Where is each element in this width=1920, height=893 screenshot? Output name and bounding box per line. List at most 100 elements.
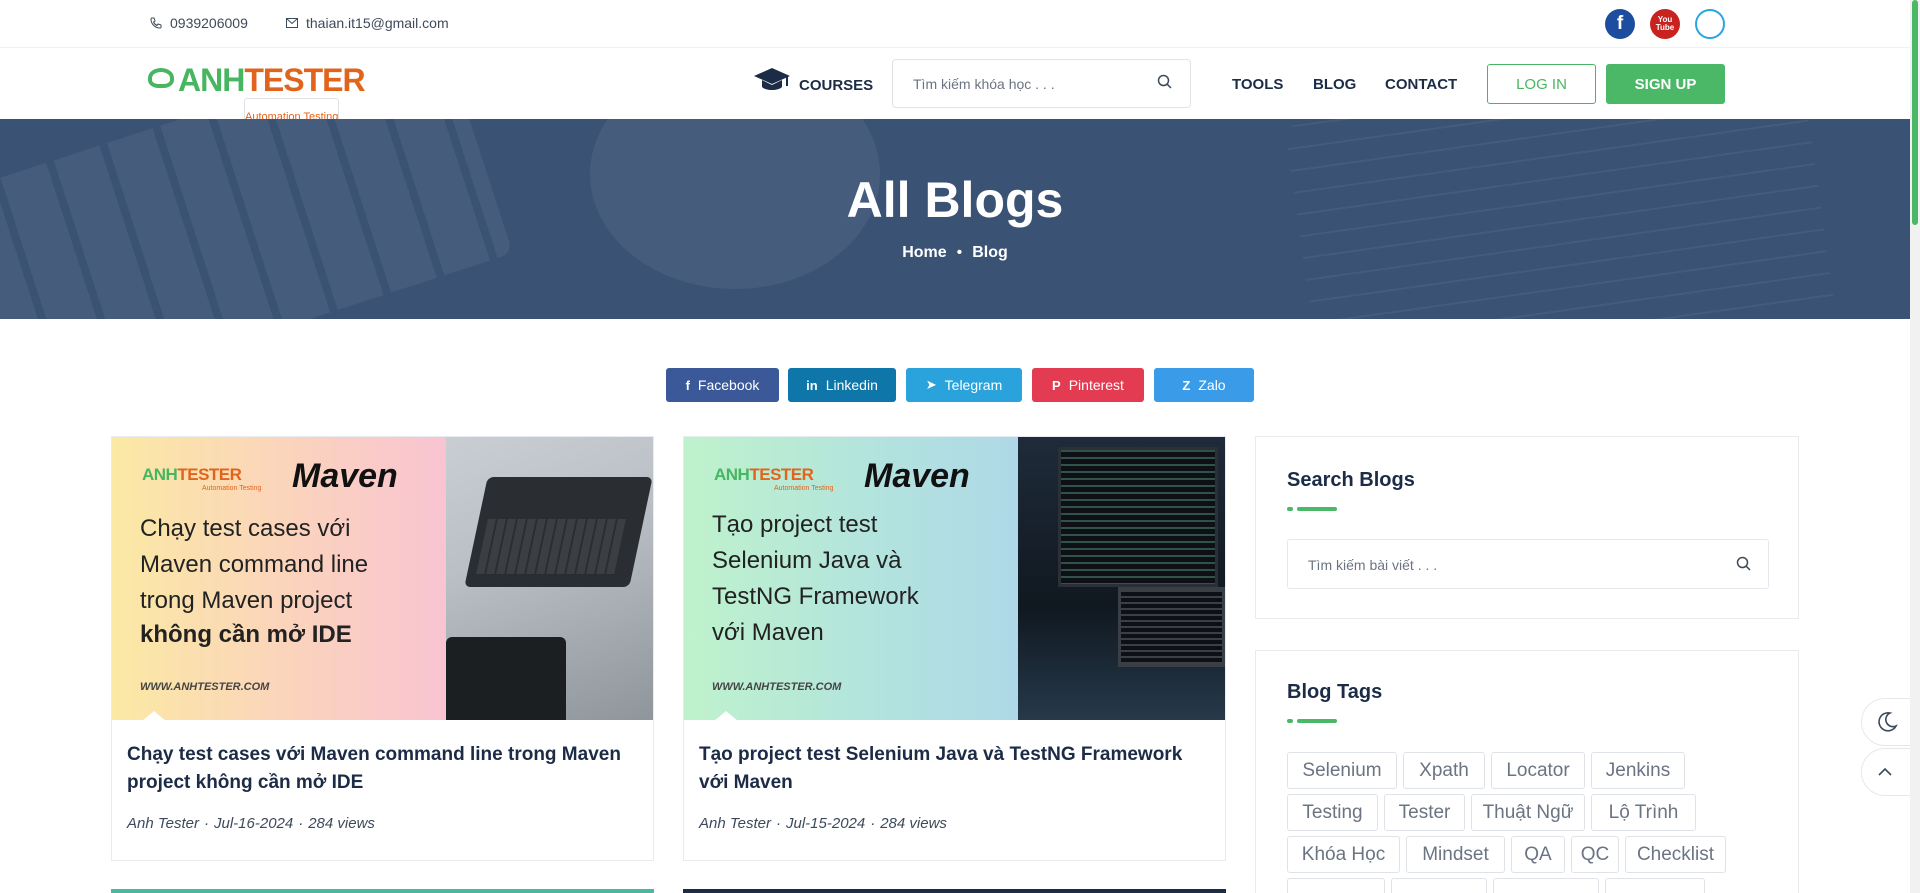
share-pinterest-button[interactable]: P Pinterest bbox=[1032, 368, 1144, 402]
thumbnail-logo: ANHTESTER bbox=[714, 465, 814, 484]
share-linkedin-label: Linkedin bbox=[825, 377, 878, 393]
nav-blog[interactable]: BLOG bbox=[1313, 76, 1356, 93]
logo-text: ANHTESTER bbox=[178, 62, 366, 98]
telegram-icon: ➤ bbox=[925, 377, 937, 392]
blog-search-input[interactable]: Tìm kiếm bài viết . . . bbox=[1287, 539, 1769, 589]
title-underline bbox=[1287, 719, 1337, 723]
thumbnail-url: WWW.ANHTESTER.COM bbox=[140, 681, 270, 693]
thumbnail-photo bbox=[446, 437, 653, 720]
breadcrumb-separator: • bbox=[956, 244, 963, 261]
facebook-icon[interactable]: f bbox=[1605, 9, 1635, 39]
phone-icon bbox=[150, 17, 162, 29]
tag-item[interactable]: Selenium bbox=[1287, 752, 1397, 789]
monitor-illustration bbox=[1058, 447, 1218, 587]
page-banner: All Blogs Home • Blog bbox=[0, 119, 1910, 319]
login-button[interactable]: LOG IN bbox=[1487, 64, 1596, 104]
page-scrollbar[interactable] bbox=[1910, 0, 1920, 893]
top-bar: 0939206009 thaian.it15@gmail.com f You T… bbox=[0, 0, 1910, 48]
thumbnail-url: WWW.ANHTESTER.COM bbox=[712, 681, 842, 693]
post-date: Jul-15-2024 bbox=[786, 815, 866, 832]
share-telegram-button[interactable]: ➤ Telegram bbox=[906, 368, 1022, 402]
blog-post-card[interactable]: ANHTESTER Automation Testing Maven Tạo p… bbox=[683, 436, 1226, 861]
share-linkedin-button[interactable]: in Linkedin bbox=[788, 368, 896, 402]
tag-item[interactable]: Mindset bbox=[1406, 836, 1505, 873]
share-facebook-button[interactable]: f Facebook bbox=[666, 368, 779, 402]
tag-item[interactable]: Testing bbox=[1287, 794, 1378, 831]
breadcrumb-current: Blog bbox=[972, 244, 1008, 261]
thumbnail-line: Maven command line bbox=[140, 551, 369, 578]
search-blogs-widget: Search Blogs Tìm kiếm bài viết . . . bbox=[1255, 436, 1799, 619]
maven-logo: Maven bbox=[292, 457, 398, 495]
thumbnail-line: Selenium Java và bbox=[712, 547, 902, 574]
post-thumbnail[interactable]: ANHTESTER Automation Testing Maven Tạo p… bbox=[684, 437, 1225, 720]
nav-contact[interactable]: CONTACT bbox=[1385, 76, 1457, 93]
thumbnail-line: với Maven bbox=[712, 619, 824, 646]
tag-item[interactable]: Tester bbox=[1384, 794, 1465, 831]
tag-item[interactable]: Jenkins bbox=[1591, 752, 1685, 789]
mail-icon bbox=[286, 18, 298, 28]
post-date: Jul-16-2024 bbox=[214, 815, 294, 832]
course-search-input[interactable]: Tìm kiếm khóa học . . . bbox=[892, 59, 1191, 108]
thumbnail-notch bbox=[714, 711, 738, 720]
graduation-cap-icon bbox=[754, 68, 790, 90]
thumbnail-line: TestNG Framework bbox=[712, 583, 919, 610]
courses-menu[interactable]: COURSES bbox=[753, 66, 873, 94]
tag-item[interactable]: Lộ Trình bbox=[1591, 794, 1696, 831]
widget-title: Search Blogs bbox=[1287, 469, 1415, 491]
tag-item-partial[interactable] bbox=[1391, 878, 1487, 893]
nav-tools[interactable]: TOOLS bbox=[1232, 76, 1283, 93]
tag-item[interactable]: Xpath bbox=[1403, 752, 1485, 789]
blog-post-card[interactable]: ANHTESTER Automation Testing Maven Chạy … bbox=[111, 436, 654, 861]
thumbnail-logo-tagline: Automation Testing bbox=[774, 485, 834, 492]
search-icon[interactable] bbox=[1156, 73, 1174, 91]
thumbnail-notch bbox=[142, 711, 166, 720]
thumbnail-line: Chạy test cases với bbox=[140, 515, 351, 542]
phone-contact[interactable]: 0939206009 bbox=[150, 15, 248, 31]
tag-item[interactable]: Khóa Học bbox=[1287, 836, 1400, 873]
thumbnail-logo-tagline: Automation Testing bbox=[202, 485, 262, 492]
email-contact[interactable]: thaian.it15@gmail.com bbox=[286, 15, 449, 31]
post-author: Anh Tester bbox=[127, 815, 199, 832]
thumbnail-logo: ANHTESTER bbox=[142, 465, 242, 484]
blog-post-card-partial[interactable] bbox=[111, 889, 654, 893]
post-thumbnail[interactable]: ANHTESTER Automation Testing Maven Chạy … bbox=[112, 437, 653, 720]
logo-glasses-icon bbox=[148, 68, 174, 88]
post-title[interactable]: Chạy test cases với Maven command line t… bbox=[127, 741, 637, 797]
post-title[interactable]: Tạo project test Selenium Java và TestNG… bbox=[699, 741, 1209, 797]
search-icon[interactable] bbox=[1735, 555, 1753, 573]
email-address: thaian.it15@gmail.com bbox=[306, 15, 449, 31]
tag-item[interactable]: Checklist bbox=[1625, 836, 1726, 873]
breadcrumb-home[interactable]: Home bbox=[902, 244, 946, 261]
post-views: 284 views bbox=[880, 815, 947, 832]
thumbnail-line: không cần mở IDE bbox=[140, 621, 352, 648]
tag-item-partial[interactable] bbox=[1493, 878, 1599, 893]
zalo-icon: Z bbox=[1182, 377, 1191, 393]
share-zalo-button[interactable]: Z Zalo bbox=[1154, 368, 1254, 402]
zalo-icon[interactable]: Zalo bbox=[1695, 9, 1725, 39]
thumbnail-line: trong Maven project bbox=[140, 587, 353, 614]
share-telegram-label: Telegram bbox=[944, 377, 1003, 393]
breadcrumb: Home • Blog bbox=[0, 244, 1910, 262]
maven-logo: Maven bbox=[864, 457, 970, 495]
youtube-icon[interactable]: You Tube bbox=[1650, 9, 1680, 39]
tag-item[interactable]: QC bbox=[1571, 836, 1619, 873]
signup-button[interactable]: SIGN UP bbox=[1606, 64, 1725, 104]
tag-item-partial[interactable] bbox=[1605, 878, 1705, 893]
tag-item[interactable]: QA bbox=[1511, 836, 1565, 873]
post-author: Anh Tester bbox=[699, 815, 771, 832]
site-logo[interactable]: ANHTESTER Automation Testing bbox=[148, 62, 366, 135]
tag-item-partial[interactable] bbox=[1287, 878, 1385, 893]
blog-post-card-partial[interactable] bbox=[683, 889, 1226, 893]
title-underline bbox=[1287, 507, 1337, 511]
main-header: ANHTESTER Automation Testing COURSES Tìm… bbox=[0, 48, 1910, 135]
tag-item[interactable]: Locator bbox=[1491, 752, 1585, 789]
tag-item[interactable]: Thuật Ngữ bbox=[1471, 794, 1585, 831]
share-zalo-label: Zalo bbox=[1198, 377, 1226, 393]
widget-title: Blog Tags bbox=[1287, 681, 1383, 703]
linkedin-icon: in bbox=[806, 377, 818, 393]
scrollbar-thumb[interactable] bbox=[1912, 0, 1918, 225]
phone-number: 0939206009 bbox=[170, 15, 248, 31]
thumbnail-text-panel: ANHTESTER Automation Testing Maven Chạy … bbox=[112, 437, 446, 720]
post-meta: Anh Tester · Jul-15-2024 · 284 views bbox=[699, 815, 947, 832]
moon-icon bbox=[1878, 712, 1898, 732]
